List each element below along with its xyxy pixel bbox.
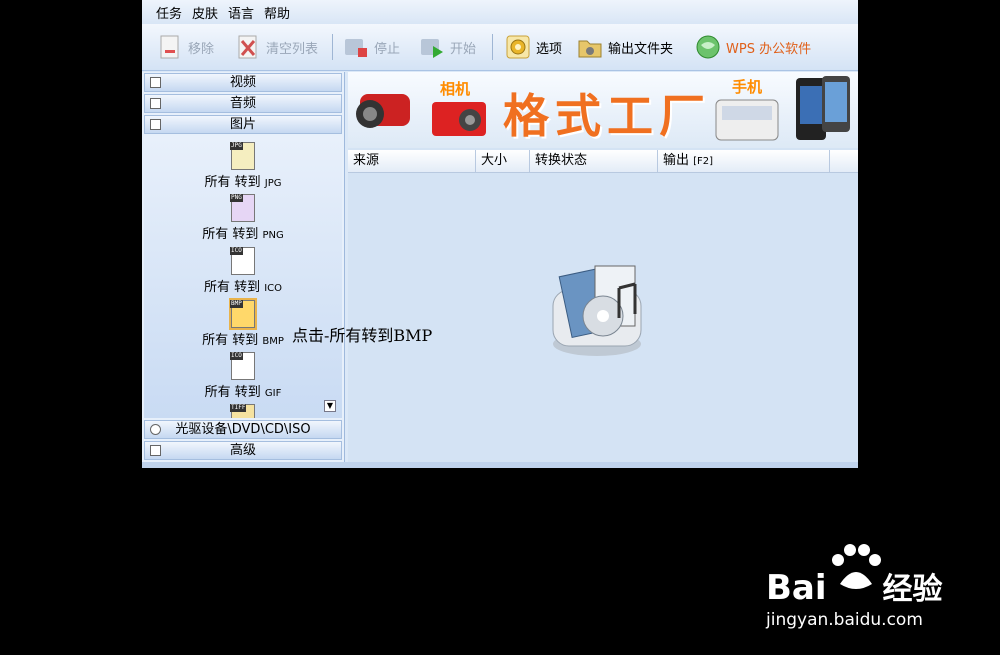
status-bar <box>142 462 858 468</box>
watermark-url: jingyan.baidu.com <box>766 610 923 630</box>
format-factory-window: 任务 皮肤 语言 帮助 移除 清空列表 停止 开始 选项 输出文件夹 WPS 办… <box>142 0 858 468</box>
toolbar-separator <box>492 34 493 60</box>
folder-icon <box>578 40 602 58</box>
convert-to-jpg[interactable]: JPG 所有 转到 JPG <box>144 142 342 190</box>
task-list-header: 来源 大小 转换状态 输出 [F2] <box>348 150 858 173</box>
gif-file-icon: ICO <box>230 352 255 380</box>
baidu-jingyan-watermark: Bai 经验 jingyan.baidu.com <box>766 540 966 630</box>
wps-office-link[interactable]: WPS 办公软件 <box>694 32 811 62</box>
video-icon <box>150 77 161 88</box>
menu-help[interactable]: 帮助 <box>264 3 300 22</box>
banner: 相机 格式工厂 手机 <box>348 72 858 148</box>
image-icon <box>150 119 161 130</box>
phone-caption: 手机 <box>732 78 763 96</box>
column-output[interactable]: 输出 [F2] <box>658 150 830 172</box>
audio-icon <box>150 98 161 109</box>
watermark-brand: Bai 经验 <box>766 568 943 608</box>
ico-file-icon: ICO <box>230 247 255 275</box>
category-video[interactable]: 视频 <box>144 73 342 92</box>
remove-button[interactable]: 移除 <box>156 32 214 62</box>
tiff-file-icon: TIFF <box>230 404 255 418</box>
banner-title: 格式工厂 <box>503 89 711 143</box>
instruction-caption: 点击-所有转到BMP <box>292 326 433 345</box>
stop-button[interactable]: 停止 <box>342 32 400 62</box>
options-button[interactable]: 选项 <box>504 32 562 62</box>
smartphone-icon <box>796 76 850 140</box>
menu-task[interactable]: 任务 <box>142 3 192 22</box>
jpg-file-icon: JPG <box>230 142 255 170</box>
column-source[interactable]: 来源 <box>348 150 476 172</box>
stop-icon <box>345 39 367 57</box>
phone-keyboard-icon <box>715 99 779 141</box>
advanced-icon <box>150 445 161 456</box>
camera-caption: 相机 <box>440 80 471 98</box>
convert-to-png[interactable]: PNG 所有 转到 PNG <box>144 194 342 242</box>
convert-to-ico[interactable]: ICO 所有 转到 ICO <box>144 247 342 295</box>
category-image[interactable]: 图片 <box>144 115 342 134</box>
category-audio[interactable]: 音频 <box>144 94 342 113</box>
column-size[interactable]: 大小 <box>476 150 530 172</box>
category-rom-device[interactable]: 光驱设备\DVD\CD\ISO <box>144 420 342 439</box>
task-area: 相机 格式工厂 手机 来源 大小 转换状态 输出 [F2] <box>348 72 858 464</box>
clear-icon <box>238 35 257 59</box>
camera-icon <box>432 102 486 136</box>
format-factory-logo <box>552 265 642 356</box>
wps-globe-icon <box>696 35 720 59</box>
category-panel: 视频 音频 图片 JPG 所有 转到 JPG PNG 所有 转到 PNG ICO… <box>142 72 345 464</box>
convert-to-gif[interactable]: ICO 所有 转到 GIF <box>144 352 342 400</box>
convert-to-tiff[interactable]: TIFF <box>144 404 342 418</box>
category-advanced[interactable]: 高级 <box>144 441 342 460</box>
png-file-icon: PNG <box>230 194 255 222</box>
start-icon <box>421 39 443 58</box>
gear-icon <box>506 35 530 59</box>
start-button[interactable]: 开始 <box>418 32 476 62</box>
menu-bar: 任务 皮肤 语言 帮助 <box>142 0 858 24</box>
remove-icon <box>160 35 179 59</box>
menu-language[interactable]: 语言 <box>228 3 264 22</box>
bmp-file-icon: BMP <box>229 298 257 330</box>
toolbar-separator <box>332 34 333 60</box>
column-status[interactable]: 转换状态 <box>530 150 658 172</box>
output-folder-button[interactable]: 输出文件夹 <box>576 32 673 62</box>
image-format-list: JPG 所有 转到 JPG PNG 所有 转到 PNG ICO 所有 转到 IC… <box>144 136 342 418</box>
scroll-down-arrow[interactable]: ▼ <box>324 400 336 412</box>
clear-list-button[interactable]: 清空列表 <box>234 32 318 62</box>
menu-skin[interactable]: 皮肤 <box>192 3 228 22</box>
disc-icon <box>150 424 161 435</box>
camcorder-icon <box>356 94 410 128</box>
toolbar: 移除 清空列表 停止 开始 选项 输出文件夹 WPS 办公软件 <box>142 24 858 71</box>
